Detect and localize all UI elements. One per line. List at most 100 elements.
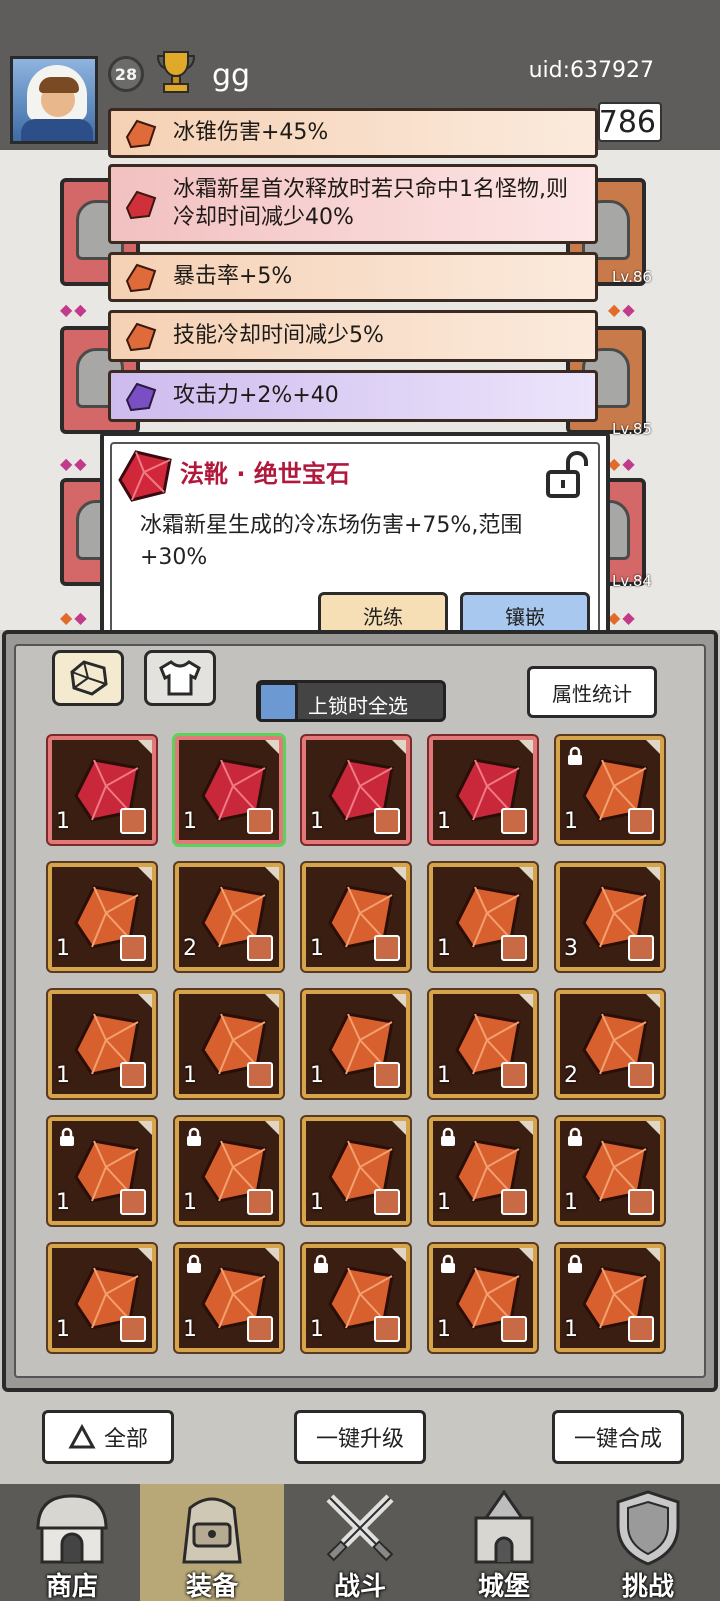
gem-count: 1 [56, 936, 70, 961]
attribute-stats-button[interactable]: 属性统计 [527, 666, 657, 718]
inventory-gem-cell[interactable]: 1 [429, 863, 537, 971]
gem-count: 1 [56, 1190, 70, 1215]
inventory-gem-cell[interactable]: 1 [429, 736, 537, 844]
inventory-gem-cell[interactable]: 1 [302, 1244, 410, 1352]
gem-count: 1 [183, 1063, 197, 1088]
gem-description: 冰霜新星生成的冷冻场伤害+75%,范围+30% [140, 513, 523, 570]
inventory-gem-cell[interactable]: 1 [175, 736, 283, 844]
corner-marker [265, 867, 279, 881]
select-all-checkbox[interactable] [258, 682, 298, 722]
gem-count: 1 [564, 809, 578, 834]
inventory-gem-cell[interactable]: 1 [175, 990, 283, 1098]
inventory-gem-cell[interactable]: 1 [48, 736, 156, 844]
equip-type-icon [120, 1062, 146, 1088]
corner-marker [138, 994, 152, 1008]
nav-battle[interactable]: 战斗 [288, 1484, 432, 1601]
avatar[interactable] [10, 56, 98, 144]
equip-level: Lv.84 [612, 572, 652, 590]
nav-equipment-label: 装备 [185, 1572, 238, 1601]
lock-icon [187, 1254, 201, 1273]
lock-icon [187, 1127, 201, 1146]
bottom-nav: 商店 装备 战斗 城堡 挑战 [0, 1484, 720, 1601]
affix-text: 冰锥伤害+45% [173, 120, 329, 145]
equip-type-icon [628, 1316, 654, 1342]
equip-type-icon [120, 808, 146, 834]
nav-shop[interactable]: 商店 [0, 1484, 144, 1601]
nav-challenge[interactable]: 挑战 [576, 1484, 720, 1601]
inventory-gem-cell[interactable]: 1 [302, 990, 410, 1098]
lock-icon [441, 1127, 455, 1146]
inventory-gem-cell[interactable]: 1 [429, 990, 537, 1098]
gem-icon [125, 190, 157, 220]
inventory-gem-cell[interactable]: 1 [429, 1117, 537, 1225]
equip-type-icon [501, 1189, 527, 1215]
lock-icon [60, 1127, 74, 1146]
gem-count: 1 [437, 1190, 451, 1215]
socket-gems-right: ◆◆ [608, 608, 637, 627]
inventory-gem-cell[interactable]: 1 [556, 736, 664, 844]
inventory-gem-cell[interactable]: 1 [48, 1244, 156, 1352]
trophy-icon[interactable] [154, 48, 198, 96]
inventory-gem-cell[interactable]: 1 [302, 863, 410, 971]
equip-type-icon [628, 1189, 654, 1215]
equip-type-icon [374, 808, 400, 834]
tab-gems[interactable] [52, 650, 124, 706]
inventory-gem-cell[interactable]: 1 [48, 1117, 156, 1225]
inventory-gem-cell[interactable]: 1 [556, 1244, 664, 1352]
inventory-gem-cell[interactable]: 1 [48, 863, 156, 971]
socket-gems-left: ◆◆ [60, 608, 89, 627]
inventory-gem-cell[interactable]: 1 [556, 1117, 664, 1225]
corner-marker [519, 867, 533, 881]
inventory-gem-cell[interactable]: 2 [175, 863, 283, 971]
gem-count: 1 [437, 1063, 451, 1088]
lock-icon [441, 1254, 455, 1273]
nav-equipment[interactable]: 装备 [140, 1484, 284, 1601]
inventory-gem-cell[interactable]: 1 [302, 1117, 410, 1225]
socket-gems-left: ◆◆ [60, 300, 89, 319]
lock-icon [568, 1254, 582, 1273]
gem-count: 1 [310, 809, 324, 834]
affix-row: 冰霜新星首次释放时若只命中1名怪物,则冷却时间减少40% [108, 164, 598, 244]
equip-level: Lv.85 [612, 420, 652, 438]
lock-icon [568, 746, 582, 765]
nav-shop-label: 商店 [45, 1572, 98, 1601]
corner-marker [265, 1248, 279, 1262]
inventory-gem-cell[interactable]: 1 [175, 1117, 283, 1225]
one-click-merge-button[interactable]: 一键合成 [552, 1410, 684, 1464]
lock-icon [568, 1127, 582, 1146]
gem-count: 1 [310, 1063, 324, 1088]
filter-all-button[interactable]: 全部 [42, 1410, 174, 1464]
swords-icon [326, 1494, 394, 1562]
corner-marker [392, 867, 406, 881]
gem-count: 1 [56, 809, 70, 834]
corner-marker [265, 740, 279, 754]
equip-type-icon [247, 808, 273, 834]
gem-count: 1 [183, 1190, 197, 1215]
gem-count: 2 [564, 1063, 578, 1088]
socket-gems-right: ◆◆ [608, 454, 637, 473]
gem-outline-icon [70, 660, 108, 696]
one-click-upgrade-button[interactable]: 一键升级 [294, 1410, 426, 1464]
socket-gems-left: ◆◆ [60, 454, 89, 473]
corner-marker [646, 740, 660, 754]
unlock-icon[interactable] [542, 450, 592, 500]
castle-icon [474, 1489, 534, 1564]
corner-marker [138, 740, 152, 754]
gem-icon [125, 382, 157, 412]
affix-text: 攻击力+2%+40 [173, 383, 339, 408]
tab-equipment[interactable] [144, 650, 216, 706]
corner-marker [646, 1121, 660, 1135]
inventory-gem-cell[interactable]: 1 [429, 1244, 537, 1352]
corner-marker [646, 867, 660, 881]
affix-text: 暴击率+5% [173, 264, 293, 289]
inventory-gem-cell[interactable]: 2 [556, 990, 664, 1098]
nav-castle[interactable]: 城堡 [432, 1484, 576, 1601]
equip-level: Lv.86 [612, 268, 652, 286]
inventory-gem-cell[interactable]: 1 [302, 736, 410, 844]
inventory-gem-cell[interactable]: 3 [556, 863, 664, 971]
corner-marker [519, 994, 533, 1008]
equip-type-icon [247, 1062, 273, 1088]
inventory-gem-cell[interactable]: 1 [175, 1244, 283, 1352]
inventory-gem-cell[interactable]: 1 [48, 990, 156, 1098]
equip-type-icon [120, 935, 146, 961]
